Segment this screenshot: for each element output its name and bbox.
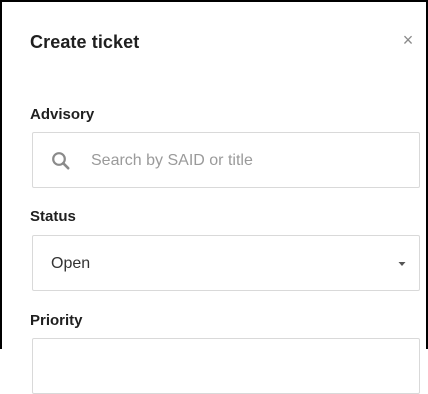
advisory-search-input[interactable]: Search by SAID or title <box>32 132 420 188</box>
status-select[interactable]: Open <box>32 235 420 291</box>
status-label: Status <box>30 208 76 225</box>
advisory-label: Advisory <box>30 106 95 123</box>
create-ticket-dialog: Create ticket × Advisory Search by SAID … <box>0 0 428 394</box>
status-selected-value: Open <box>51 255 91 272</box>
advisory-search-placeholder: Search by SAID or title <box>91 152 253 169</box>
priority-label: Priority <box>30 312 83 329</box>
priority-select[interactable] <box>32 338 420 394</box>
dialog-header: Create ticket × <box>2 2 426 82</box>
chevron-down-icon <box>398 262 406 266</box>
dialog-title: Create ticket <box>30 32 140 52</box>
search-icon <box>52 152 70 170</box>
close-icon[interactable]: × <box>398 28 418 52</box>
